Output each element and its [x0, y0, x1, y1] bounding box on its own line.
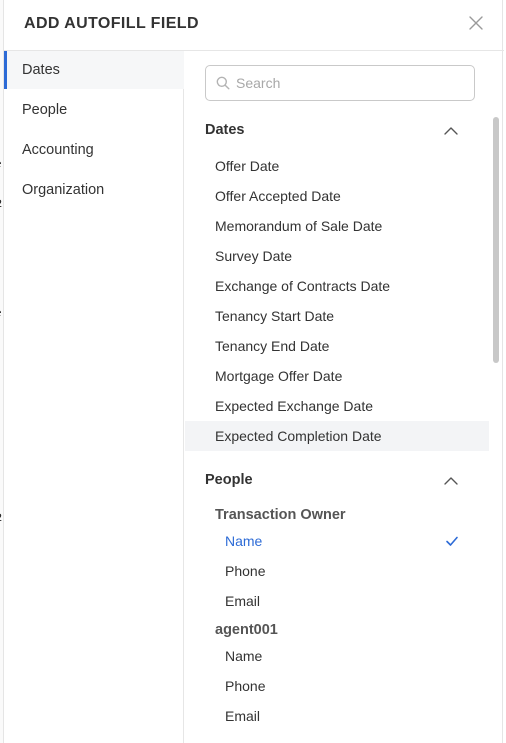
- list-item-owner-email[interactable]: Email: [185, 586, 489, 616]
- list-item-expected-exchange-date[interactable]: Expected Exchange Date: [185, 391, 489, 421]
- dialog-title: ADD AUTOFILL FIELD: [24, 15, 199, 32]
- category-sidebar: Dates People Accounting Organization: [4, 51, 184, 743]
- check-icon: [446, 536, 458, 546]
- list-item-owner-phone[interactable]: Phone: [185, 556, 489, 586]
- sidebar-item-accounting[interactable]: Accounting: [4, 131, 184, 169]
- scrollbar-thumb[interactable]: [493, 117, 499, 363]
- section-header-people[interactable]: People: [205, 472, 455, 492]
- list-item-agent-email[interactable]: Email: [185, 701, 489, 731]
- list-item-mortgage-offer-date[interactable]: Mortgage Offer Date: [185, 361, 489, 391]
- dialog-header: ADD AUTOFILL FIELD: [4, 0, 504, 51]
- list-item-memorandum-of-sale-date[interactable]: Memorandum of Sale Date: [185, 211, 489, 241]
- list-item-exchange-of-contracts-date[interactable]: Exchange of Contracts Date: [185, 271, 489, 301]
- search-icon: [216, 76, 230, 90]
- sidebar-item-people[interactable]: People: [4, 91, 184, 129]
- list-item-tenancy-start-date[interactable]: Tenancy Start Date: [185, 301, 489, 331]
- group-label-agent001: agent001: [215, 622, 278, 638]
- list-item-agent-name[interactable]: Name: [185, 641, 489, 671]
- list-item-label: Name: [225, 533, 263, 549]
- field-list-panel: Dates Offer Date Offer Accepted Date Mem…: [185, 51, 504, 743]
- search-box: [205, 65, 475, 101]
- sidebar-item-dates[interactable]: Dates: [4, 51, 184, 89]
- list-item-tenancy-end-date[interactable]: Tenancy End Date: [185, 331, 489, 361]
- search-input[interactable]: [236, 72, 466, 94]
- list-item-survey-date[interactable]: Survey Date: [185, 241, 489, 271]
- group-label-transaction-owner: Transaction Owner: [215, 507, 346, 523]
- add-autofill-field-dialog: ADD AUTOFILL FIELD Dates People Accounti…: [3, 0, 504, 743]
- close-icon[interactable]: [467, 14, 485, 32]
- sidebar-item-organization[interactable]: Organization: [4, 171, 184, 209]
- list-item-offer-accepted-date[interactable]: Offer Accepted Date: [185, 181, 489, 211]
- section-header-dates[interactable]: Dates: [205, 122, 455, 142]
- chevron-up-icon[interactable]: [443, 473, 459, 489]
- chevron-up-icon[interactable]: [443, 123, 459, 139]
- list-item-owner-name[interactable]: Name: [185, 526, 489, 556]
- list-item-offer-date[interactable]: Offer Date: [185, 151, 489, 181]
- list-item-expected-completion-date[interactable]: Expected Completion Date: [185, 421, 489, 451]
- list-item-agent-phone[interactable]: Phone: [185, 671, 489, 701]
